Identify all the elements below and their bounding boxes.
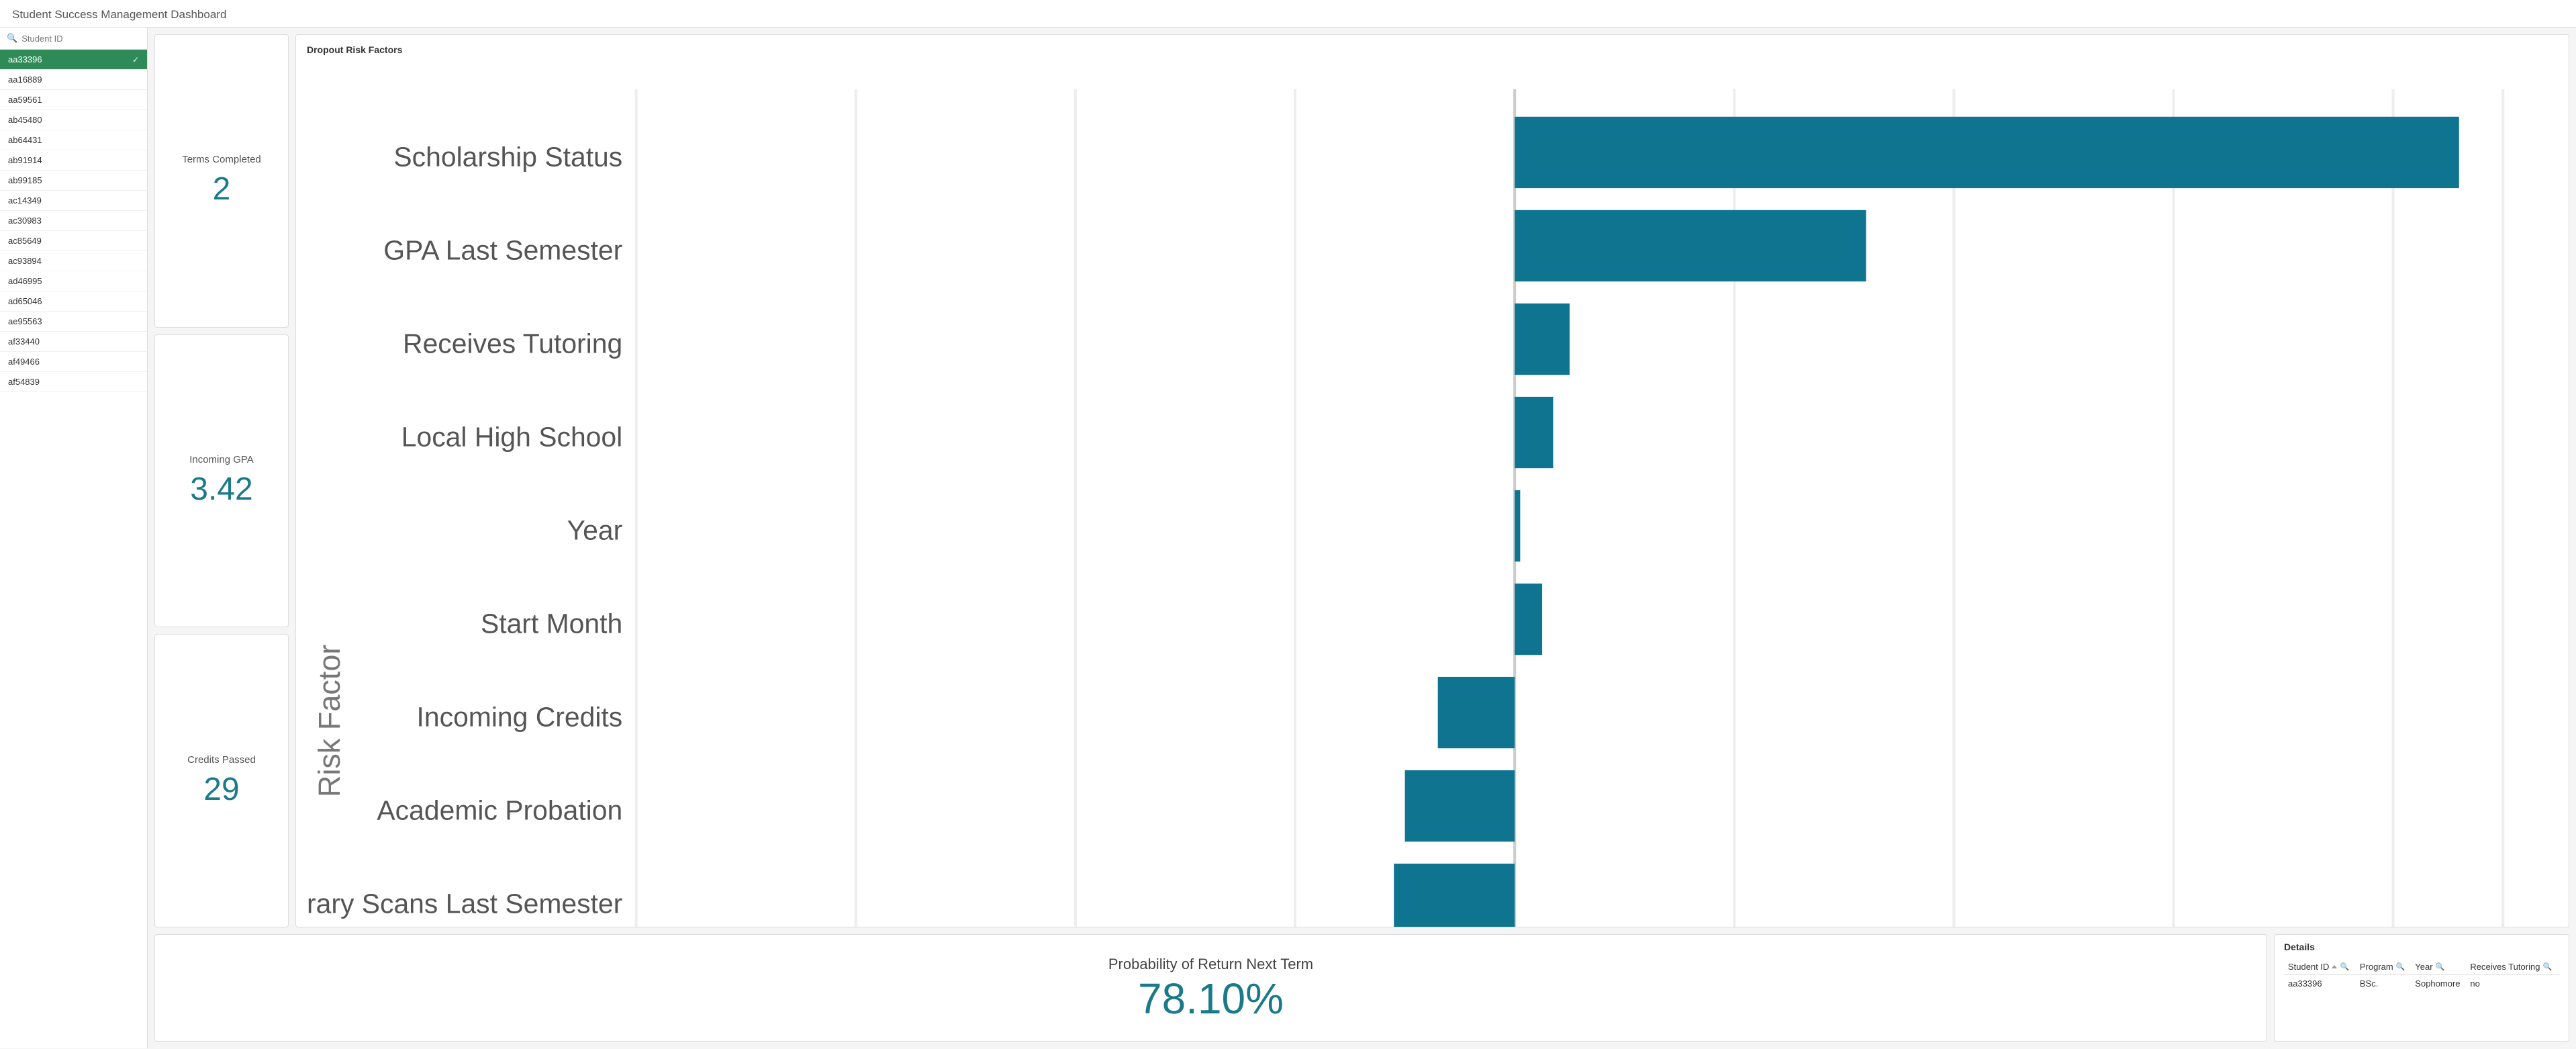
details-table: Student ID 🔍 Program 🔍 <box>2284 959 2559 992</box>
cell-receives-tutoring: no <box>2466 975 2559 993</box>
cell-program: BSc. <box>2356 975 2411 993</box>
student-list: aa33396✓aa16889aa59561ab45480ab64431ab91… <box>0 50 147 1048</box>
probability-label: Probability of Return Next Term <box>1108 956 1313 973</box>
col-student-id: Student ID 🔍 <box>2284 959 2356 975</box>
table-row: aa33396 BSc. Sophomore no <box>2284 975 2559 993</box>
terms-completed-value: 2 <box>213 171 231 208</box>
credits-passed-card: Credits Passed 29 <box>154 634 289 927</box>
search-box[interactable]: 🔍 <box>0 28 147 50</box>
student-item[interactable]: ad65046 <box>0 291 147 312</box>
svg-text:Risk Factor: Risk Factor <box>312 645 346 797</box>
chart-title: Dropout Risk Factors <box>307 44 2558 55</box>
incoming-gpa-card: Incoming GPA 3.42 <box>154 334 289 628</box>
sidebar: 🔍 aa33396✓aa16889aa59561ab45480ab64431ab… <box>0 28 148 1048</box>
col-year-label: Year <box>2415 962 2432 972</box>
filter-student-id-icon[interactable]: 🔍 <box>2340 962 2349 971</box>
col-program: Program 🔍 <box>2356 959 2411 975</box>
svg-text:Receives Tutoring: Receives Tutoring <box>403 328 622 359</box>
student-item[interactable]: af49466 <box>0 352 147 372</box>
stat-cards: Terms Completed 2 Incoming GPA 3.42 Cred… <box>154 34 289 927</box>
student-item[interactable]: ab99185 <box>0 171 147 191</box>
chart-panel: Dropout Risk Factors Risk Factor <box>295 34 2569 927</box>
filter-year-icon[interactable]: 🔍 <box>2436 962 2445 971</box>
filter-tutoring-icon[interactable]: 🔍 <box>2542 962 2552 971</box>
student-item[interactable]: aa16889 <box>0 70 147 90</box>
svg-text:Scholarship Status: Scholarship Status <box>393 141 622 172</box>
student-item[interactable]: ac14349 <box>0 191 147 211</box>
student-item[interactable]: ab64431 <box>0 130 147 150</box>
student-item[interactable]: ad46995 <box>0 271 147 291</box>
student-item[interactable]: af33440 <box>0 332 147 352</box>
svg-text:Year: Year <box>567 514 623 545</box>
search-input[interactable] <box>21 34 140 44</box>
terms-completed-label: Terms Completed <box>182 154 261 165</box>
col-program-label: Program <box>2360 962 2393 972</box>
col-student-id-label: Student ID <box>2288 962 2329 972</box>
svg-text:Academic Probation: Academic Probation <box>377 795 622 826</box>
student-item[interactable]: af54839 <box>0 372 147 392</box>
search-icon: 🔍 <box>7 33 17 44</box>
svg-text:Incoming Credits: Incoming Credits <box>417 702 623 733</box>
student-item[interactable]: ab91914 <box>0 150 147 171</box>
svg-text:Start Month: Start Month <box>481 608 622 639</box>
student-item[interactable]: aa59561 <box>0 90 147 110</box>
cell-year: Sophomore <box>2411 975 2466 993</box>
svg-text:Local High School: Local High School <box>401 421 622 452</box>
svg-text:Library Scans Last Semester: Library Scans Last Semester <box>307 888 622 919</box>
incoming-gpa-value: 3.42 <box>190 471 252 508</box>
probability-card: Probability of Return Next Term 78.10% <box>154 934 2267 1042</box>
student-item[interactable]: ae95563 <box>0 312 147 332</box>
student-item[interactable]: ac85649 <box>0 231 147 251</box>
col-receives-tutoring-label: Receives Tutoring <box>2470 962 2540 972</box>
col-receives-tutoring: Receives Tutoring 🔍 <box>2466 959 2559 975</box>
sort-student-id-icon[interactable] <box>2332 965 2337 968</box>
details-panel: Details Student ID 🔍 <box>2274 934 2569 1042</box>
col-year: Year 🔍 <box>2411 959 2466 975</box>
probability-value: 78.10% <box>1138 977 1284 1020</box>
credits-passed-value: 29 <box>203 771 239 808</box>
credits-passed-label: Credits Passed <box>187 754 256 766</box>
app-title: Student Success Management Dashboard <box>0 0 2576 28</box>
incoming-gpa-label: Incoming GPA <box>189 454 254 465</box>
filter-program-icon[interactable]: 🔍 <box>2396 962 2405 971</box>
terms-completed-card: Terms Completed 2 <box>154 34 289 328</box>
student-item[interactable]: aa33396✓ <box>0 50 147 70</box>
details-title: Details <box>2284 942 2559 952</box>
student-item[interactable]: ac93894 <box>0 251 147 271</box>
cell-student-id: aa33396 <box>2284 975 2356 993</box>
student-item[interactable]: ab45480 <box>0 110 147 130</box>
svg-text:GPA Last Semester: GPA Last Semester <box>383 234 622 265</box>
student-item[interactable]: ac30983 <box>0 211 147 231</box>
